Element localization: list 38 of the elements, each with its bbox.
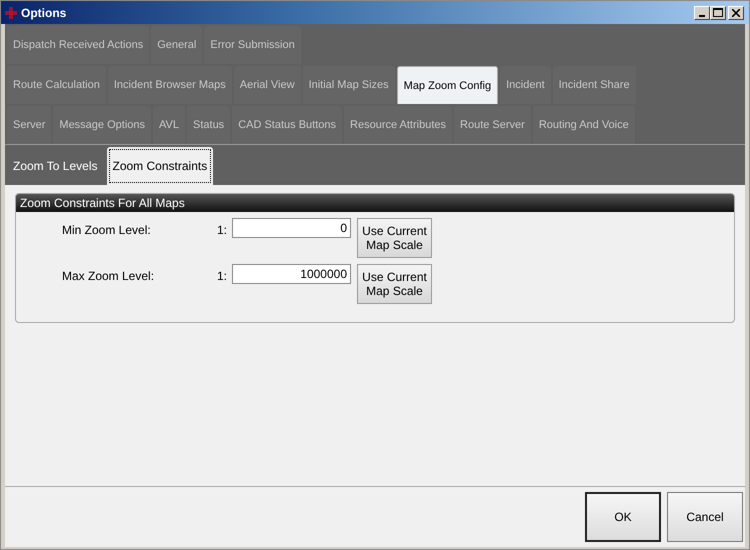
tab[interactable]: Resource Attributes [344,106,452,144]
tab[interactable]: Error Submission [204,26,301,64]
tab[interactable]: Status [187,106,230,144]
use-scale-button[interactable]: Use Current Map Scale [357,218,432,258]
maximize-icon [713,8,723,17]
dialog-button[interactable]: Cancel [667,492,743,542]
group-header: Zoom Constraints For All Maps [16,194,734,212]
zoom-input[interactable]: 1000000 [232,264,351,284]
tab[interactable]: Message Options [53,106,152,144]
scale-prefix: 1: [217,223,228,237]
tab[interactable]: Incident Share [552,66,636,104]
maximize-button[interactable] [710,6,726,20]
sub-tab[interactable]: Zoom Constraints [106,147,214,185]
field-label: Min Zoom Level: [61,223,152,237]
tab[interactable]: Aerial View [234,66,301,104]
app-icon [4,6,18,20]
minimize-button[interactable] [694,6,710,20]
dialog-button[interactable]: OK [585,492,661,542]
tab[interactable]: CAD Status Buttons [232,106,342,144]
minimize-icon [699,14,705,16]
tab[interactable]: Incident Browser Maps [108,66,232,104]
tab[interactable]: Server [7,106,52,144]
tab[interactable]: Dispatch Received Actions [7,26,150,64]
tab[interactable]: Initial Map Sizes [302,66,395,104]
tab[interactable]: Map Zoom Config [396,66,498,104]
close-button[interactable] [728,6,744,20]
use-scale-button[interactable]: Use Current Map Scale [357,264,432,304]
tab[interactable]: General [151,26,202,64]
tab[interactable]: AVL [153,106,185,144]
tab[interactable]: Incident [500,66,551,104]
tab[interactable]: Route Server [454,106,531,144]
close-icon [732,8,740,16]
zoom-input[interactable]: 0 [232,218,351,238]
scale-prefix: 1: [217,269,228,283]
tab[interactable]: Routing And Voice [532,106,635,144]
window-title: Options [21,6,68,20]
tab[interactable]: Route Calculation [7,66,106,104]
field-label: Max Zoom Level: [61,269,156,283]
